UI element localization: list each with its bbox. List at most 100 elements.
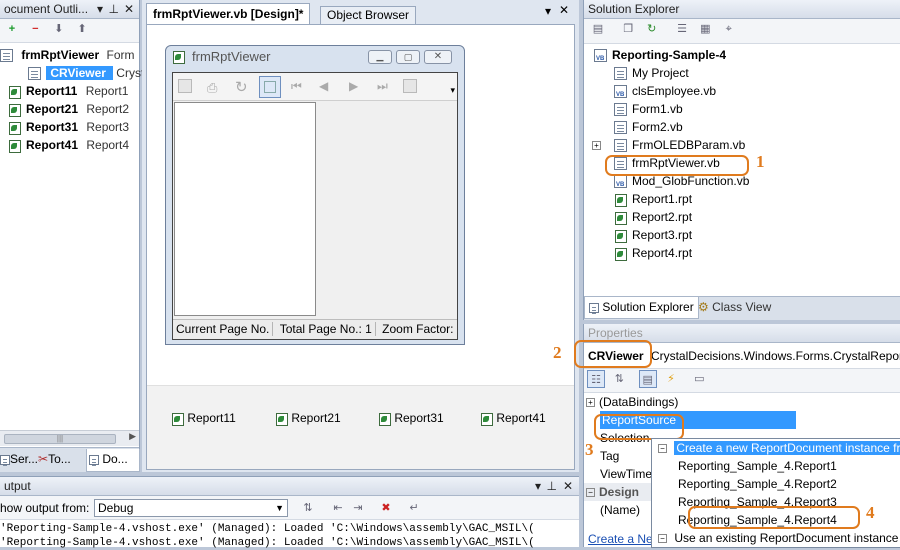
- expand-icon[interactable]: +: [586, 398, 595, 408]
- group-tree-icon[interactable]: [259, 76, 281, 98]
- outline-node-form[interactable]: frmRptViewer Form: [0, 46, 139, 64]
- find-message-icon[interactable]: ⇅: [299, 499, 317, 517]
- word-wrap-icon[interactable]: ↵: [405, 499, 423, 517]
- dropdown-report1[interactable]: Reporting_Sample_4.Report1: [652, 457, 900, 475]
- expand-icon[interactable]: +: [592, 141, 601, 151]
- property-row-databindings[interactable]: + (DataBindings): [584, 393, 900, 411]
- outline-node-name: Report21: [26, 102, 79, 116]
- solution-item-report2[interactable]: Report2.rpt: [584, 208, 900, 226]
- output-title: utput: [4, 479, 31, 493]
- solution-item-my-project[interactable]: My Project: [584, 64, 900, 82]
- outline-node-report21[interactable]: Report21 Report2: [0, 100, 139, 118]
- show-all-files-icon[interactable]: ❐: [619, 20, 637, 38]
- close-icon[interactable]: ✕: [563, 477, 573, 496]
- property-pages-icon[interactable]: ▭: [690, 370, 708, 388]
- crviewer-control[interactable]: ⎙ ↻ ⏮ ◀ ▶ ⏭ ▾ Current Page No. Total Pag…: [172, 72, 458, 340]
- refresh-icon[interactable]: ↻: [235, 78, 248, 96]
- previous-message-icon[interactable]: ⇤: [329, 499, 347, 517]
- print-icon[interactable]: ⎙: [207, 80, 217, 96]
- scroll-right-icon[interactable]: ▶: [129, 431, 136, 442]
- tab-solution-explorer[interactable]: Solution Explorer: [584, 297, 699, 319]
- tab-label: frmRptViewer.vb [Design]*: [153, 7, 304, 21]
- properties-view-icon[interactable]: ▤: [638, 370, 657, 388]
- close-icon[interactable]: ✕: [124, 0, 134, 19]
- outline-node-report41[interactable]: Report41 Report4: [0, 136, 139, 154]
- tab-object-browser[interactable]: Object Browser: [320, 6, 417, 24]
- move-up-icon[interactable]: ⬆: [73, 20, 91, 38]
- toolbar-overflow-icon[interactable]: ▾: [450, 85, 455, 96]
- create-new-link[interactable]: Create a Ne: [588, 532, 653, 546]
- last-page-icon[interactable]: ⏭: [377, 79, 388, 94]
- form-window[interactable]: frmRptViewer ▁ ▢ ✕ ⎙ ↻ ⏮ ◀ ▶ ⏭ ▾ Current…: [165, 45, 465, 345]
- previous-page-icon[interactable]: ◀: [319, 79, 328, 93]
- next-message-icon[interactable]: ⇥: [349, 499, 367, 517]
- tab-toolbox[interactable]: ✂To...: [38, 452, 71, 466]
- maximize-button[interactable]: ▢: [396, 50, 420, 64]
- tab-label: Solution Explorer: [602, 300, 694, 314]
- outline-horizontal-scrollbar[interactable]: ||| ▶: [0, 430, 139, 446]
- reportsource-dropdown[interactable]: − Create a new ReportDocument instance f…: [651, 438, 900, 548]
- tray-item-report31[interactable]: Report31: [378, 411, 444, 427]
- dropdown-report2[interactable]: Reporting_Sample_4.Report2: [652, 475, 900, 493]
- zoom-factor-status: Zoom Factor: 100: [382, 322, 457, 336]
- pin-icon[interactable]: ⊥: [109, 0, 119, 19]
- solution-item-report3[interactable]: Report3.rpt: [584, 226, 900, 244]
- tray-item-report41[interactable]: Report41: [480, 411, 546, 427]
- output-text[interactable]: 'Reporting-Sample-4.vshost.exe' (Managed…: [0, 520, 579, 550]
- class-diagram-icon[interactable]: ⌖: [720, 20, 738, 38]
- output-source-select[interactable]: Debug ▼: [94, 499, 288, 517]
- outline-node-name: Report31: [26, 120, 79, 134]
- project-node[interactable]: Reporting-Sample-4: [584, 46, 900, 68]
- pin-icon[interactable]: ⊥: [547, 477, 557, 496]
- property-name: (Name): [600, 503, 641, 517]
- alphabetical-icon[interactable]: ⇅: [610, 370, 628, 388]
- first-page-icon[interactable]: ⏮: [291, 79, 302, 94]
- collapse-icon[interactable]: −: [658, 444, 667, 454]
- outline-node-report11[interactable]: Report11 Report1: [0, 82, 139, 100]
- next-page-icon[interactable]: ▶: [349, 79, 358, 93]
- solution-item-clsemployee[interactable]: clsEmployee.vb: [584, 82, 900, 104]
- events-icon[interactable]: ⚡: [662, 370, 680, 388]
- solution-item-report4[interactable]: Report4.rpt: [584, 244, 900, 262]
- dropdown-arrow-icon[interactable]: ▾: [535, 477, 541, 496]
- move-down-icon[interactable]: ⬇: [50, 20, 68, 38]
- tray-item-report11[interactable]: Report11: [171, 411, 236, 427]
- solution-item-form1[interactable]: Form1.vb: [584, 100, 900, 118]
- dropdown-use-existing[interactable]: − Use an existing ReportDocument instanc…: [652, 529, 900, 547]
- solution-item-report1[interactable]: Report1.rpt: [584, 190, 900, 208]
- properties-icon[interactable]: ▤: [589, 20, 607, 38]
- outline-node-report31[interactable]: Report31 Report3: [0, 118, 139, 136]
- tab-list-icon[interactable]: ▾: [545, 4, 551, 18]
- clear-all-icon[interactable]: ✖: [377, 499, 395, 517]
- tab-designer[interactable]: frmRptViewer.vb [Design]*: [146, 3, 311, 24]
- vb-file-icon: [614, 175, 627, 194]
- dropdown-create-new[interactable]: − Create a new ReportDocument instance f…: [652, 439, 900, 457]
- minimize-button[interactable]: ▁: [368, 50, 392, 64]
- tab-label: Object Browser: [327, 8, 410, 22]
- close-document-icon[interactable]: ✕: [559, 3, 569, 17]
- tab-label: To...: [48, 452, 71, 466]
- solution-item-form2[interactable]: Form2.vb: [584, 118, 900, 136]
- tab-document-outline[interactable]: Do...: [86, 449, 140, 472]
- export-icon[interactable]: [178, 79, 192, 93]
- document-outline-title: ocument Outli... ▾ ⊥ ✕: [0, 0, 139, 19]
- view-designer-icon[interactable]: ▦: [696, 20, 714, 38]
- scrollbar-thumb[interactable]: |||: [4, 434, 116, 444]
- tray-item-report21[interactable]: Report21: [275, 411, 341, 427]
- solution-item-frmoledbparam[interactable]: + FrmOLEDBParam.vb: [584, 136, 900, 154]
- expand-icon[interactable]: +: [3, 20, 21, 38]
- view-code-icon[interactable]: ☰: [673, 20, 691, 38]
- form-close-button[interactable]: ✕: [424, 50, 452, 64]
- tab-class-view[interactable]: ⚙ Class View: [698, 300, 771, 314]
- refresh-icon[interactable]: ↻: [643, 20, 661, 38]
- collapse-icon[interactable]: −: [26, 20, 44, 38]
- tab-server-explorer[interactable]: Ser...: [0, 452, 38, 466]
- dropdown-arrow-icon[interactable]: ▾: [97, 0, 103, 19]
- expand-icon[interactable]: −: [658, 534, 667, 544]
- categorized-icon[interactable]: ☷: [587, 370, 605, 388]
- outline-node-crviewer[interactable]: CRViewer Crysta: [0, 64, 151, 82]
- goto-page-icon[interactable]: [403, 79, 417, 93]
- annotation-number-1: 1: [756, 152, 765, 171]
- dropdown-item-label: Reporting_Sample_4.Report2: [678, 477, 837, 491]
- collapse-icon[interactable]: −: [586, 488, 595, 498]
